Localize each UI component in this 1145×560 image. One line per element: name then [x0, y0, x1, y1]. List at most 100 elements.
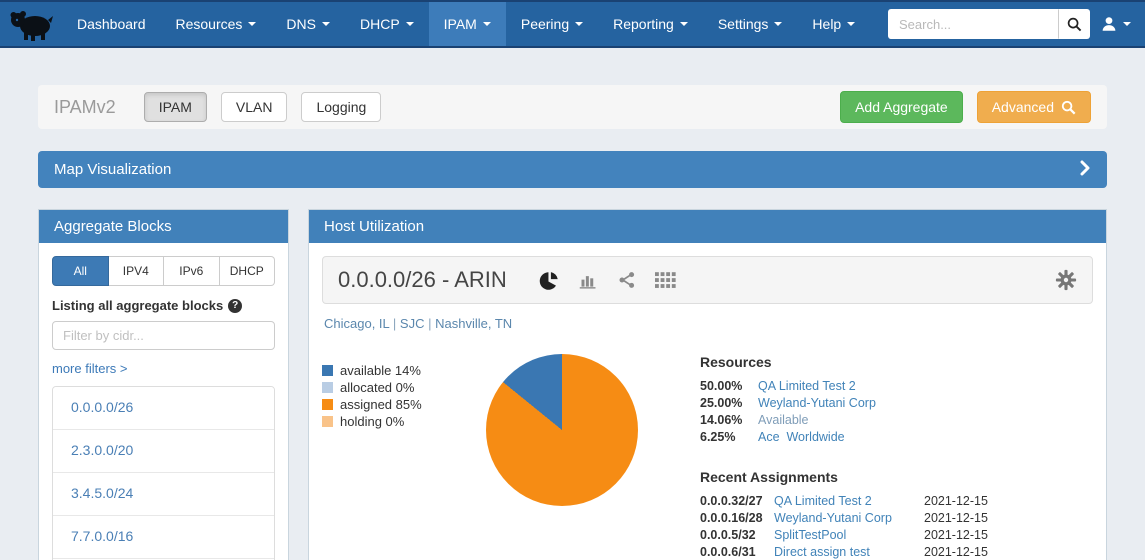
nav-dns[interactable]: DNS — [271, 2, 345, 46]
navbar: Dashboard Resources DNS DHCP IPAM Peerin… — [0, 0, 1145, 48]
location-link[interactable]: SJC — [400, 316, 425, 331]
filter-tab-all[interactable]: All — [52, 256, 109, 286]
navbar-right — [888, 2, 1145, 46]
add-aggregate-button[interactable]: Add Aggregate — [840, 91, 963, 123]
tab-ipam[interactable]: IPAM — [144, 92, 207, 122]
bar-chart-view-button[interactable] — [578, 270, 599, 291]
host-block-toolbar: 0.0.0.0/26 - ARIN — [322, 256, 1093, 304]
list-item[interactable]: 7.7.0.0/16 — [53, 516, 274, 559]
utilization-details: Resources 50.00% QA Limited Test 2 25.00… — [700, 354, 1000, 560]
resource-pct: 25.00% — [700, 396, 758, 410]
assignment-date: 2021-12-15 — [924, 545, 988, 559]
share-icon — [617, 270, 637, 290]
nav-label: Help — [812, 16, 841, 32]
resource-pct: 50.00% — [700, 379, 758, 393]
assignment-link[interactable]: QA Limited Test 2 — [774, 494, 924, 508]
search-input[interactable] — [888, 9, 1058, 39]
legend-swatch — [322, 382, 333, 393]
legend-item: allocated 0% — [322, 380, 450, 395]
resource-link[interactable]: Weyland-Yutani Corp — [758, 396, 876, 410]
resource-link[interactable]: Available — [758, 413, 809, 427]
assignment-row: 0.0.0.32/27 QA Limited Test 2 2021-12-15 — [700, 494, 1000, 508]
assignment-cidr: 0.0.0.32/27 — [700, 494, 774, 508]
nav-reporting[interactable]: Reporting — [598, 2, 703, 46]
assignment-link[interactable]: Weyland-Yutani Corp — [774, 511, 924, 525]
nav-label: Settings — [718, 16, 769, 32]
separator: | — [393, 316, 396, 331]
help-icon[interactable] — [228, 299, 242, 313]
legend-label: allocated 0% — [340, 380, 414, 395]
assignment-link[interactable]: SplitTestPool — [774, 528, 924, 542]
aggregate-blocks-body: All IPV4 IPv6 DHCP Listing all aggregate… — [39, 243, 288, 560]
user-icon — [1100, 15, 1118, 33]
search-button[interactable] — [1058, 9, 1090, 39]
global-search — [888, 9, 1090, 39]
user-menu[interactable] — [1100, 15, 1131, 33]
legend-label: available 14% — [340, 363, 421, 378]
chevron-down-icon — [575, 22, 583, 26]
legend-swatch — [322, 416, 333, 427]
chevron-down-icon — [1123, 22, 1131, 26]
nav-dhcp[interactable]: DHCP — [345, 2, 429, 46]
assignment-date: 2021-12-15 — [924, 494, 988, 508]
host-utilization-panel: Host Utilization 0.0.0.0/26 - ARIN — [308, 209, 1107, 560]
advanced-search-button[interactable]: Advanced — [977, 91, 1091, 123]
legend-label: assigned 85% — [340, 397, 422, 412]
nav-help[interactable]: Help — [797, 2, 870, 46]
assignment-link[interactable]: Direct assign test — [774, 545, 924, 559]
tab-logging[interactable]: Logging — [301, 92, 381, 122]
resource-pct: 6.25% — [700, 430, 758, 444]
resource-row: 6.25% Ace Worldwide — [700, 430, 1000, 444]
assignment-date: 2021-12-15 — [924, 528, 988, 542]
chevron-down-icon — [680, 22, 688, 26]
nav-label: Dashboard — [77, 16, 146, 32]
pie-chart-view-button[interactable] — [539, 270, 560, 291]
legend-swatch — [322, 399, 333, 410]
main-menu: Dashboard Resources DNS DHCP IPAM Peerin… — [62, 2, 870, 46]
advanced-label: Advanced — [992, 99, 1054, 115]
panda-logo-icon — [8, 6, 54, 42]
cidr-filter-input[interactable] — [52, 321, 275, 350]
resource-link[interactable]: Ace Worldwide — [758, 430, 845, 444]
assignment-cidr: 0.0.0.6/31 — [700, 545, 774, 559]
chevron-down-icon — [774, 22, 782, 26]
list-item[interactable]: 3.4.5.0/24 — [53, 473, 274, 516]
utilization-pie-chart — [486, 354, 638, 506]
list-item[interactable]: 2.3.0.0/20 — [53, 430, 274, 473]
assignment-row: 0.0.0.16/28 Weyland-Yutani Corp 2021-12-… — [700, 511, 1000, 525]
page-header: IPAMv2 IPAM VLAN Logging Add Aggregate A… — [38, 85, 1107, 129]
assignment-cidr: 0.0.0.16/28 — [700, 511, 774, 525]
resource-row: 14.06% Available — [700, 413, 1000, 427]
pie-chart-icon — [539, 270, 560, 291]
filter-tab-dhcp[interactable]: DHCP — [220, 256, 276, 286]
resource-link[interactable]: QA Limited Test 2 — [758, 379, 856, 393]
settings-button[interactable] — [1055, 269, 1077, 291]
pie-legend: available 14% allocated 0% assigned 85% — [322, 363, 450, 560]
share-view-button[interactable] — [617, 270, 637, 290]
nav-label: Resources — [176, 16, 243, 32]
tab-vlan[interactable]: VLAN — [221, 92, 288, 122]
chevron-down-icon — [406, 22, 414, 26]
filter-tab-ipv6[interactable]: IPv6 — [164, 256, 220, 286]
resource-row: 25.00% Weyland-Yutani Corp — [700, 396, 1000, 410]
nav-peering[interactable]: Peering — [506, 2, 598, 46]
nav-resources[interactable]: Resources — [161, 2, 272, 46]
app-logo[interactable] — [0, 2, 62, 46]
legend-item: available 14% — [322, 363, 450, 378]
grid-view-button[interactable] — [655, 272, 676, 289]
aggregate-filter-tabs: All IPV4 IPv6 DHCP — [52, 256, 275, 286]
map-visualization-bar[interactable]: Map Visualization — [38, 151, 1107, 188]
nav-settings[interactable]: Settings — [703, 2, 798, 46]
location-link[interactable]: Nashville, TN — [435, 316, 512, 331]
nav-ipam[interactable]: IPAM — [429, 2, 506, 46]
utilization-row: available 14% allocated 0% assigned 85% — [322, 354, 1093, 560]
list-item[interactable]: 0.0.0.0/26 — [53, 387, 274, 430]
more-filters-link[interactable]: more filters > — [52, 361, 128, 376]
page-title: IPAMv2 — [54, 97, 116, 118]
nav-dashboard[interactable]: Dashboard — [62, 2, 161, 46]
main-columns: Aggregate Blocks All IPV4 IPv6 DHCP List… — [38, 209, 1107, 560]
chevron-down-icon — [483, 22, 491, 26]
filter-tab-ipv4[interactable]: IPV4 — [109, 256, 165, 286]
assignment-row: 0.0.0.5/32 SplitTestPool 2021-12-15 — [700, 528, 1000, 542]
location-link[interactable]: Chicago, IL — [324, 316, 389, 331]
